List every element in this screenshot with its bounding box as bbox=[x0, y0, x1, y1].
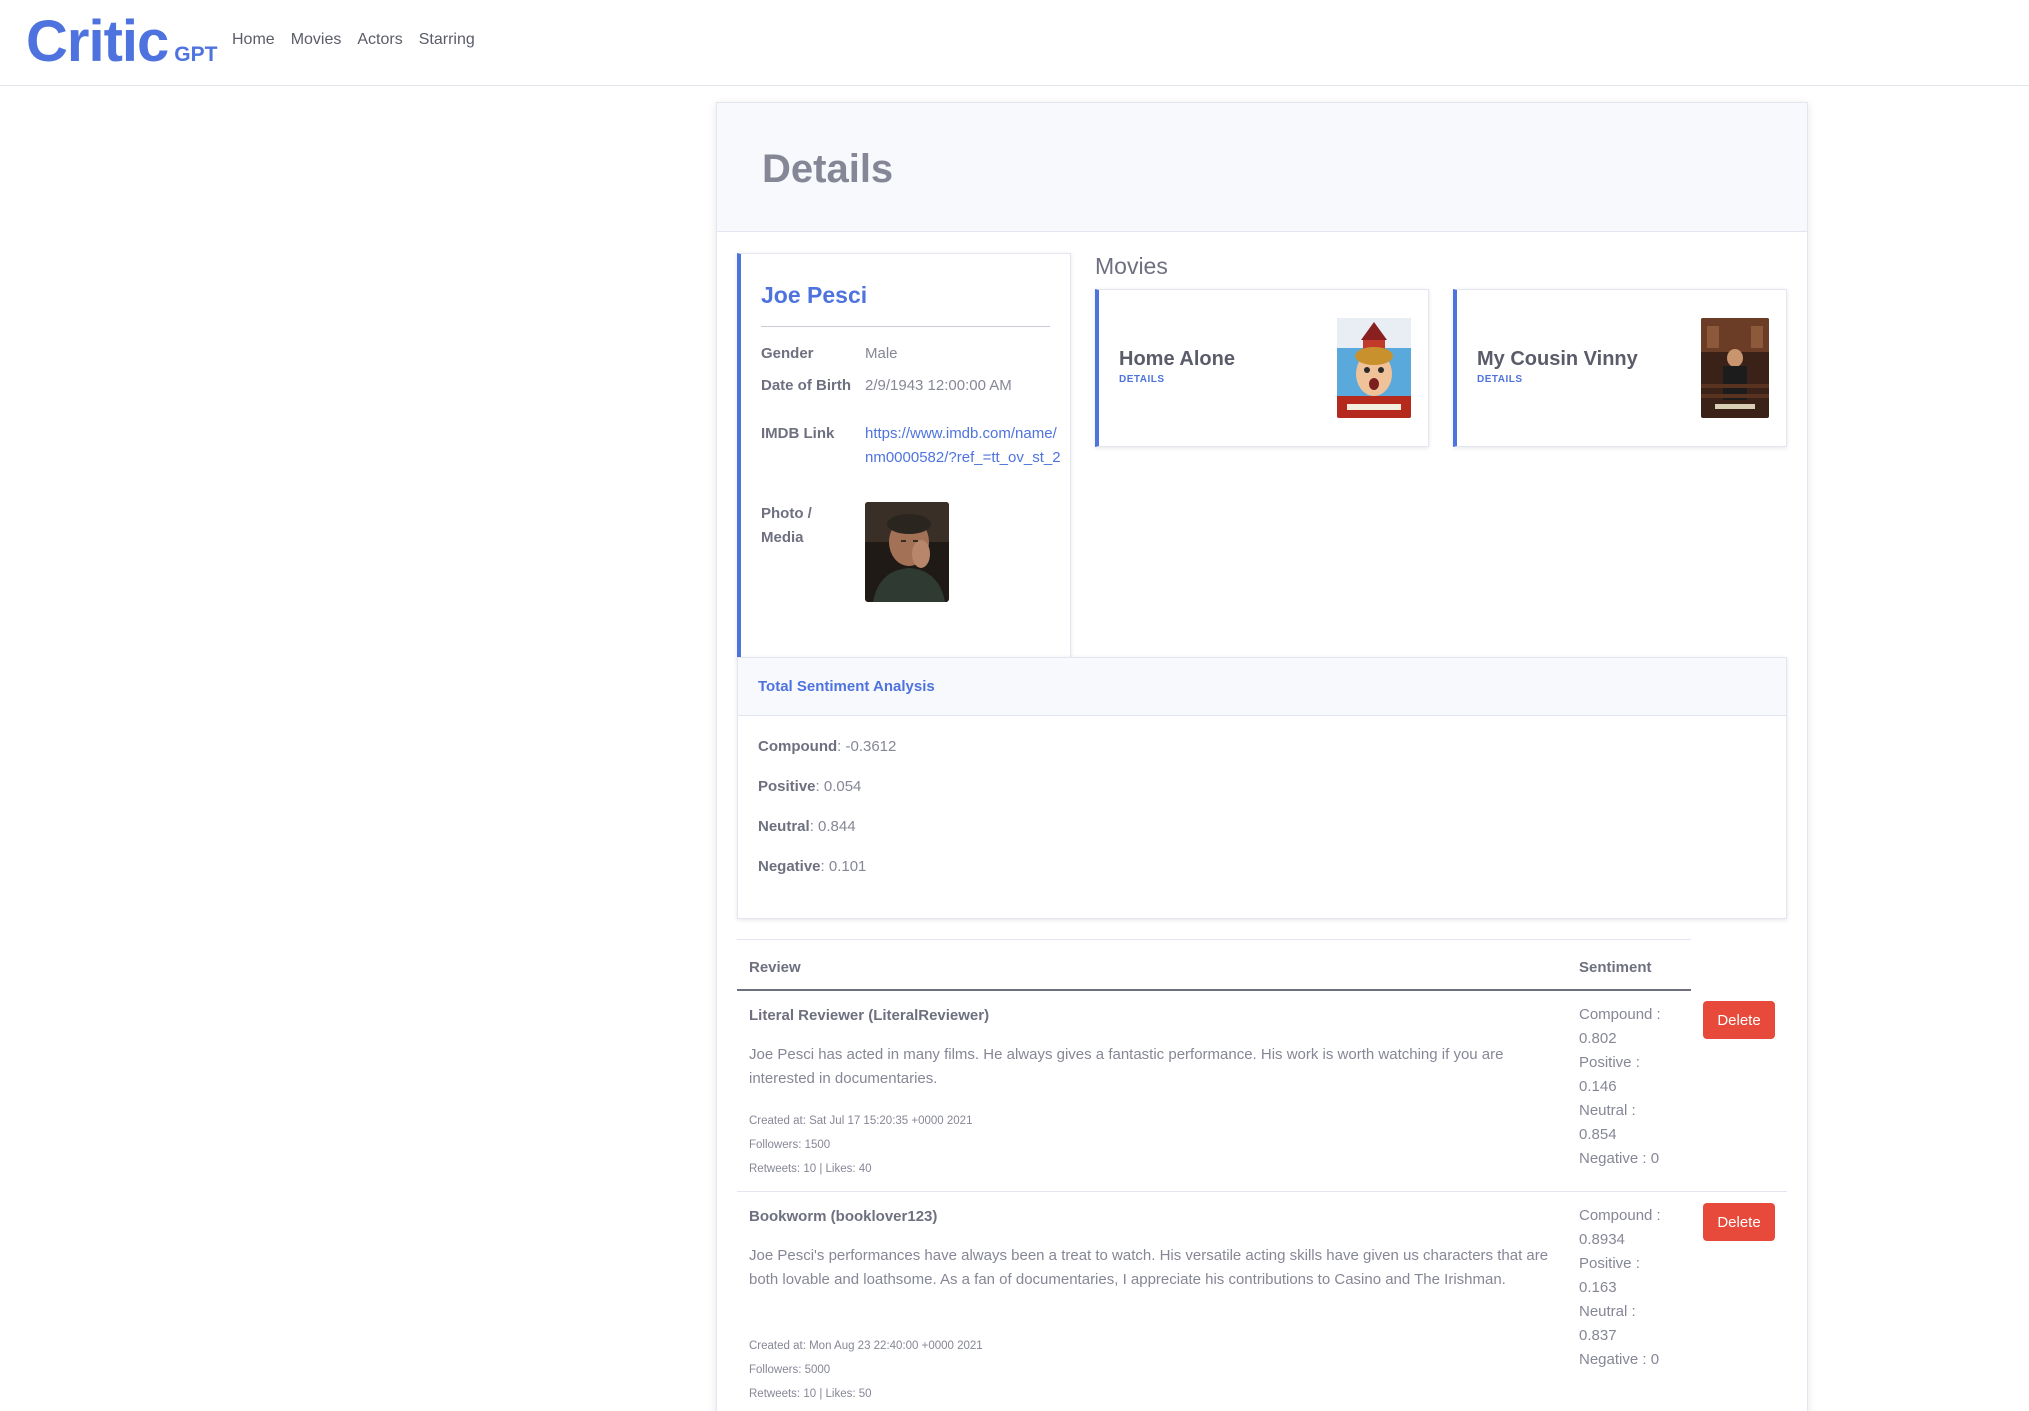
review-created: Created at: Mon Aug 23 22:40:00 +0000 20… bbox=[749, 1340, 983, 1352]
photo-label: Photo / Media bbox=[761, 505, 812, 546]
sentiment-line: 0.802 bbox=[1579, 1030, 1617, 1047]
sentiment-value: : 0.101 bbox=[820, 858, 867, 875]
dob-value: 2/9/1943 12:00:00 AM bbox=[865, 377, 1012, 394]
delete-review-button[interactable]: Delete bbox=[1703, 1001, 1775, 1039]
sentiment-value: : 0.844 bbox=[809, 818, 856, 835]
actor-card: Joe Pesci Gender Male Date of Birth 2/9/… bbox=[737, 253, 1071, 659]
nav-link-actors[interactable]: Actors bbox=[357, 28, 402, 52]
movie-poster bbox=[1701, 318, 1769, 418]
sentiment-label: Compound bbox=[758, 738, 838, 755]
gender-value: Male bbox=[865, 345, 898, 362]
sentiment-line: Compound : bbox=[1579, 1207, 1661, 1224]
sentiment-line: Negative : 0 bbox=[1579, 1150, 1660, 1167]
review-author: Bookworm (booklover123) bbox=[749, 1208, 938, 1225]
divider bbox=[737, 1191, 1787, 1192]
actor-photo bbox=[865, 502, 949, 602]
sentiment-value: : -0.3612 bbox=[837, 738, 897, 755]
sentiment-line: 0.163 bbox=[1579, 1279, 1617, 1296]
review-text: Joe Pesci's performances have always bee… bbox=[749, 1247, 1549, 1288]
sentiment-line: 0.837 bbox=[1579, 1327, 1617, 1344]
sentiment-value: : 0.054 bbox=[815, 778, 862, 795]
nav-link-starring[interactable]: Starring bbox=[419, 28, 475, 52]
sentiment-line: Positive : bbox=[1579, 1255, 1640, 1272]
review-sentiment: Compound : 0.8934 Positive : 0.163 Neutr… bbox=[1579, 1204, 1669, 1372]
brand-logo[interactable]: Critic GPT bbox=[26, 10, 217, 74]
review-followers: Followers: 1500 bbox=[749, 1139, 831, 1151]
imdb-label: IMDB Link bbox=[761, 425, 835, 442]
sentiment-line: 0.146 bbox=[1579, 1078, 1617, 1095]
sentiment-line: Negative : 0 bbox=[1579, 1351, 1660, 1368]
sentiment-positive: Positive: 0.054 bbox=[758, 778, 861, 795]
review-author: Literal Reviewer (LiteralReviewer) bbox=[749, 1007, 990, 1024]
sentiment-label: Neutral bbox=[758, 818, 810, 835]
page-title: Details bbox=[762, 147, 894, 191]
dob-label: Date of Birth bbox=[761, 377, 851, 394]
brand-suffix: GPT bbox=[174, 43, 218, 66]
review-engagement: Retweets: 10 | Likes: 40 bbox=[749, 1163, 872, 1175]
review-column-header: Review bbox=[749, 959, 801, 976]
sentiment-line: 0.854 bbox=[1579, 1126, 1617, 1143]
nav-link-movies[interactable]: Movies bbox=[291, 28, 342, 52]
movie-card-my-cousin-vinny[interactable]: My Cousin Vinny DETAILS bbox=[1453, 289, 1787, 447]
sentiment-line: Neutral : bbox=[1579, 1102, 1636, 1119]
sentiment-title: Total Sentiment Analysis bbox=[758, 678, 935, 695]
sentiment-negative: Negative: 0.101 bbox=[758, 858, 866, 875]
sentiment-compound: Compound: -0.3612 bbox=[758, 738, 896, 755]
movie-title: My Cousin Vinny bbox=[1477, 348, 1638, 370]
photo-cell bbox=[865, 502, 955, 602]
review-created: Created at: Sat Jul 17 15:20:35 +0000 20… bbox=[749, 1115, 973, 1127]
movie-details-link[interactable]: DETAILS bbox=[1119, 374, 1165, 385]
movie-details-link[interactable]: DETAILS bbox=[1477, 374, 1523, 385]
movie-card-home-alone[interactable]: Home Alone DETAILS bbox=[1095, 289, 1429, 447]
divider bbox=[737, 989, 1691, 991]
nav-links: Home Movies Actors Starring bbox=[232, 28, 491, 52]
total-sentiment-card: Total Sentiment Analysis Compound: -0.36… bbox=[737, 657, 1787, 919]
review-followers: Followers: 5000 bbox=[749, 1364, 831, 1376]
sentiment-header: Total Sentiment Analysis bbox=[738, 658, 1786, 716]
nav-link-home[interactable]: Home bbox=[232, 28, 275, 52]
sentiment-line: Neutral : bbox=[1579, 1303, 1636, 1320]
details-header: Details bbox=[717, 103, 1807, 232]
review-sentiment: Compound : 0.802 Positive : 0.146 Neutra… bbox=[1579, 1003, 1669, 1171]
actor-name: Joe Pesci bbox=[761, 282, 868, 308]
sentiment-line: 0.8934 bbox=[1579, 1231, 1625, 1248]
details-card: Details Joe Pesci Gender Male Date of Bi… bbox=[716, 102, 1808, 1411]
movie-title: Home Alone bbox=[1119, 348, 1235, 370]
divider bbox=[737, 939, 1691, 940]
sentiment-line: Positive : bbox=[1579, 1054, 1640, 1071]
sentiment-column-header: Sentiment bbox=[1579, 959, 1652, 976]
brand-name: Critic bbox=[26, 9, 169, 74]
review-text: Joe Pesci has acted in many films. He al… bbox=[749, 1046, 1504, 1087]
gender-label: Gender bbox=[761, 345, 814, 362]
sentiment-neutral: Neutral: 0.844 bbox=[758, 818, 856, 835]
divider bbox=[761, 326, 1050, 327]
imdb-link[interactable]: https://www.imdb.com/name/nm0000582/?ref… bbox=[865, 422, 1061, 470]
review-engagement: Retweets: 10 | Likes: 50 bbox=[749, 1388, 872, 1400]
sentiment-label: Positive bbox=[758, 778, 816, 795]
movie-poster bbox=[1337, 318, 1411, 418]
sentiment-line: Compound : bbox=[1579, 1006, 1661, 1023]
movies-heading: Movies bbox=[1095, 253, 1168, 279]
top-navbar: Critic GPT Home Movies Actors Starring bbox=[0, 0, 2029, 86]
delete-review-button[interactable]: Delete bbox=[1703, 1203, 1775, 1241]
sentiment-label: Negative bbox=[758, 858, 821, 875]
